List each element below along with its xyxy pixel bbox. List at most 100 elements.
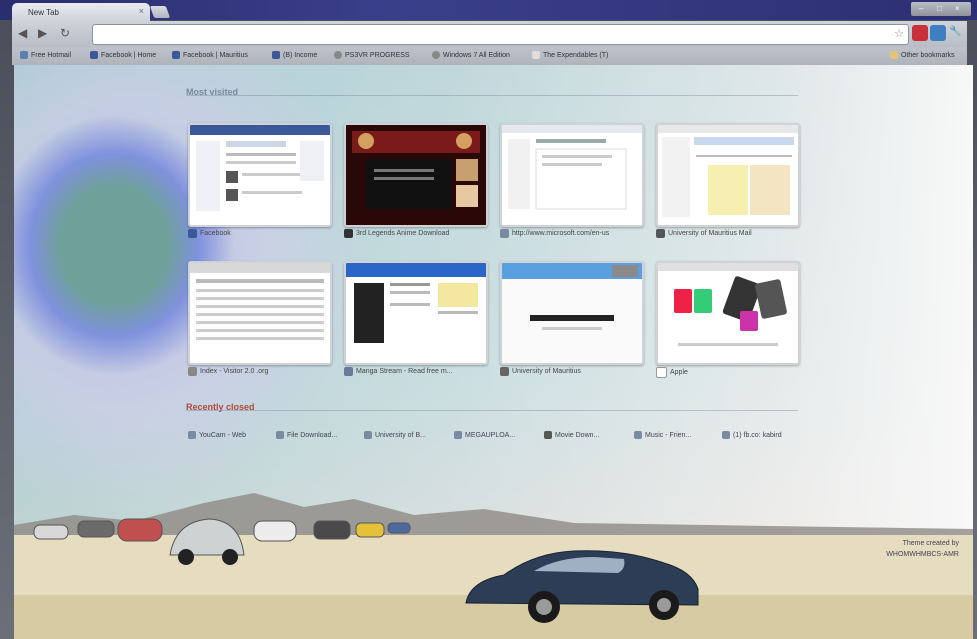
bookmark-item[interactable]: (B) Income <box>272 51 317 59</box>
page-preview <box>346 263 486 343</box>
close-window-button[interactable]: × <box>955 4 960 13</box>
tab-title: New Tab <box>28 8 59 17</box>
divider <box>186 410 798 411</box>
site-icon <box>344 229 353 238</box>
recent-label: YouCam - Web <box>199 431 247 439</box>
reload-button[interactable]: ↻ <box>60 26 70 40</box>
recent-label: MEGAUPLOA... <box>465 431 516 439</box>
thumbnail-label: 3rd Legends Anime Download <box>356 230 450 237</box>
tab-new-tab[interactable]: New Tab × <box>12 3 150 21</box>
credit-line: Theme created by <box>902 540 959 547</box>
most-visited-thumbnail[interactable] <box>656 123 800 227</box>
thumbnail-label: http://www.microsoft.com/en-us <box>512 230 610 237</box>
most-visited-thumbnail[interactable] <box>344 123 488 227</box>
credit-author: WHOMWHMBCS-AMR <box>886 551 959 558</box>
thumbnail-label: Facebook <box>200 230 231 237</box>
other-bookmarks[interactable]: Other bookmarks <box>890 51 955 59</box>
page-preview <box>190 125 330 211</box>
recent-label: University of B... <box>375 431 426 439</box>
recent-label: File Download... <box>287 431 338 439</box>
thumbnail-title[interactable]: Index - Visitor 2.0 .org <box>188 367 268 376</box>
most-visited-thumbnail[interactable] <box>188 123 332 227</box>
recent-label: Movie Down... <box>555 431 600 439</box>
page-preview <box>190 263 330 340</box>
recently-closed-item[interactable]: Music - Frien... <box>634 431 691 439</box>
most-visited-thumbnail[interactable] <box>500 123 644 227</box>
recently-closed-item[interactable]: (1) fb.co: kabird <box>722 431 782 439</box>
recently-closed-item[interactable]: Movie Down... <box>544 431 599 439</box>
recently-closed-item[interactable]: University of B... <box>364 431 426 439</box>
thumbnail-title[interactable]: University of Mauritius <box>500 367 581 376</box>
thumbnail-title[interactable]: http://www.microsoft.com/en-us <box>500 229 609 238</box>
bookmark-label: Facebook | Mauritius <box>183 51 248 59</box>
facebook-icon <box>90 51 98 59</box>
extension-icon[interactable] <box>930 25 946 41</box>
maximize-button[interactable]: □ <box>937 4 942 13</box>
page-preview <box>502 263 642 363</box>
thumbnail-label: University of Mauritius <box>512 368 581 375</box>
close-tab-icon[interactable]: × <box>139 6 144 16</box>
recent-label: Music - Frien... <box>645 431 692 439</box>
page-preview <box>658 263 798 346</box>
bookmark-label: Windows 7 All Edition <box>443 51 510 59</box>
page-preview <box>502 125 642 210</box>
bookmark-star-icon[interactable]: ☆ <box>894 27 904 40</box>
most-visited-thumbnail[interactable] <box>344 261 488 365</box>
minimize-button[interactable]: – <box>919 4 923 13</box>
bookmark-favicon-icon <box>20 51 28 59</box>
thumbnail-title[interactable]: Facebook <box>188 229 231 238</box>
bookmark-item[interactable]: The Expendables (T) <box>532 51 608 59</box>
most-visited-thumbnail[interactable] <box>188 261 332 365</box>
facebook-icon <box>272 51 280 59</box>
recent-label: (1) fb.co: kabird <box>733 431 782 439</box>
forward-button[interactable]: ▶ <box>38 26 47 40</box>
bookmark-label: PS3VR PROGRESS <box>345 51 410 59</box>
bookmark-label: The Expendables (T) <box>543 51 609 59</box>
page-icon <box>532 51 540 59</box>
site-icon <box>276 431 284 439</box>
recently-closed-item[interactable]: YouCam - Web <box>188 431 246 439</box>
divider <box>186 95 798 96</box>
film-icon <box>544 431 552 439</box>
bookmark-label: (B) Income <box>283 51 318 59</box>
recently-closed-item[interactable]: MEGAUPLOA... <box>454 431 515 439</box>
extension-icon[interactable] <box>912 25 928 41</box>
site-icon <box>188 431 196 439</box>
bookmark-item[interactable]: Windows 7 All Edition <box>432 51 510 59</box>
thumbnail-title[interactable]: University of Mauritius Mail <box>656 229 752 238</box>
bookmark-label: Free Hotmail <box>31 51 72 59</box>
site-icon <box>500 229 509 238</box>
thumbnail-label: Index - Visitor 2.0 .org <box>200 368 269 375</box>
page-preview <box>346 125 486 225</box>
thumbnail-label: University of Mauritius Mail <box>668 230 752 237</box>
site-icon <box>454 431 462 439</box>
address-bar[interactable]: ☆ <box>92 24 909 45</box>
site-icon <box>344 367 353 376</box>
site-icon <box>656 229 665 238</box>
wrench-icon[interactable]: 🔧 <box>949 26 961 37</box>
facebook-icon <box>188 229 197 238</box>
thumbnail-title[interactable]: 3rd Legends Anime Download <box>344 229 449 238</box>
toolbar: ◀ ▶ ↻ ☆ 🔧 <box>12 21 967 47</box>
bookmark-item[interactable]: Facebook | Mauritius <box>172 51 248 59</box>
page-preview <box>658 125 798 217</box>
browser-window: New Tab × – □ × ◀ ▶ ↻ ☆ 🔧 Free Hotmail F… <box>0 0 977 639</box>
thumbnail-label: Apple <box>670 369 688 376</box>
site-icon <box>188 367 197 376</box>
bookmark-item[interactable]: PS3VR PROGRESS <box>334 51 410 59</box>
thumbnail-title[interactable]: Apple <box>656 367 688 378</box>
bookmark-label: Other bookmarks <box>901 51 955 59</box>
most-visited-thumbnail[interactable] <box>500 261 644 365</box>
recently-closed-item[interactable]: File Download... <box>276 431 337 439</box>
most-visited-thumbnail[interactable] <box>656 261 800 365</box>
bookmark-item[interactable]: Free Hotmail <box>20 51 71 59</box>
bookmark-item[interactable]: Facebook | Home <box>90 51 156 59</box>
window-controls: – □ × <box>911 2 971 16</box>
back-button[interactable]: ◀ <box>18 26 27 40</box>
apple-icon <box>656 367 667 378</box>
globe-icon <box>432 51 440 59</box>
bookmark-label: Facebook | Home <box>101 51 157 59</box>
new-tab-page: Most visited Facebook 3rd Legends Anime … <box>14 65 973 639</box>
facebook-icon <box>172 51 180 59</box>
thumbnail-title[interactable]: Manga Stream - Read free m... <box>344 367 452 376</box>
